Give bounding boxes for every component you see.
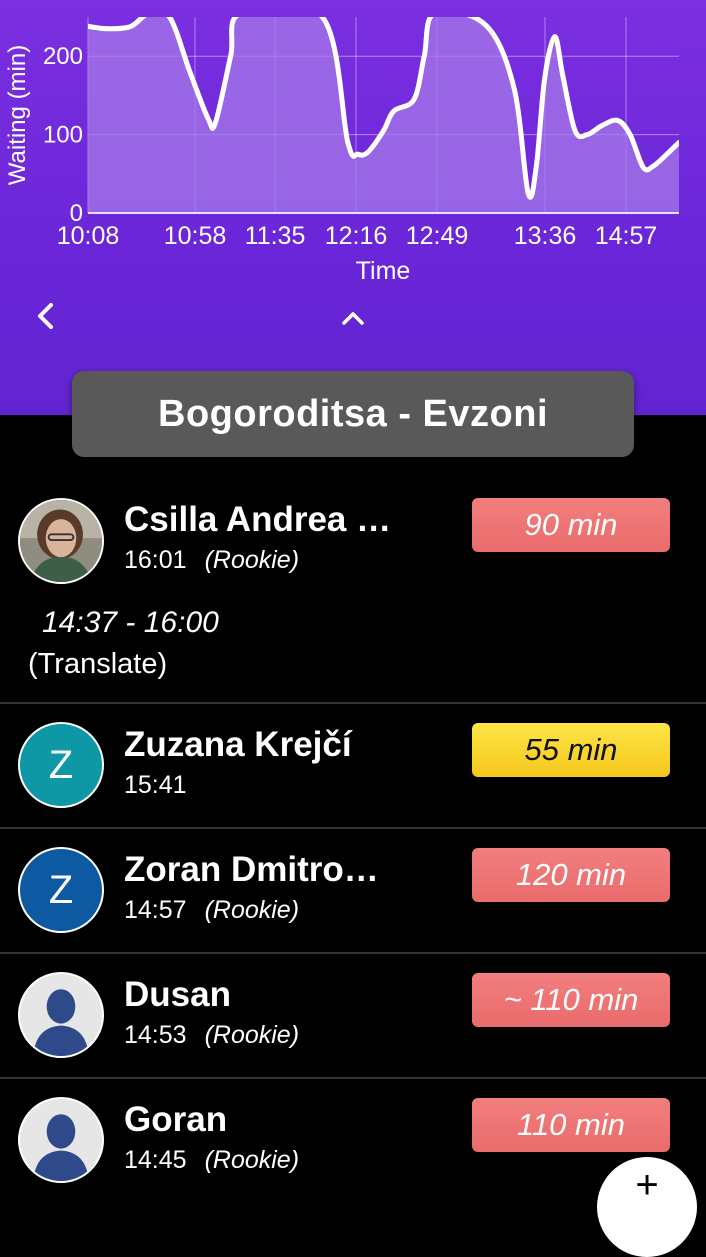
person-placeholder-icon	[33, 989, 89, 1056]
wait-badge: 120 min	[472, 848, 670, 902]
driver-list: Csilla Andrea … 16:01 (Rookie) 90 min 14:…	[0, 478, 706, 1204]
chevron-up-icon	[342, 312, 364, 325]
x-axis-ticks: 10:08 10:58 11:35 12:16 12:49 13:36 14:57	[57, 222, 658, 250]
y-tick-label: 200	[43, 43, 83, 70]
list-item[interactable]: Csilla Andrea … 16:01 (Rookie) 90 min 14:…	[0, 478, 706, 704]
driver-meta: 16:01 (Rookie)	[124, 546, 299, 575]
driver-meta: 14:45 (Rookie)	[124, 1146, 299, 1175]
list-item[interactable]: Goran 14:45 (Rookie) 110 min	[0, 1079, 706, 1204]
add-button[interactable]: +	[597, 1157, 697, 1257]
x-tick-label: 11:35	[245, 222, 306, 250]
waiting-time-chart: 0100200 10:08 10:58 11:35 12:16 12:49 13:36 14…	[4, 17, 679, 285]
avatar	[18, 498, 104, 584]
list-item[interactable]: Z Zoran Dmitro… 14:57 (Rookie) 120 min	[0, 829, 706, 954]
wait-badge: 90 min	[472, 498, 670, 552]
driver-tag: (Rookie)	[204, 896, 300, 924]
route-title: Bogoroditsa - Evzoni	[72, 371, 634, 457]
y-tick-label: 100	[43, 122, 83, 149]
driver-name: Goran	[124, 1100, 228, 1139]
list-item[interactable]: Z Zuzana Krejčí 15:41 55 min	[0, 704, 706, 829]
driver-meta: 14:57 (Rookie)	[124, 896, 299, 925]
driver-time: 16:01	[124, 546, 187, 574]
x-tick-label: 13:36	[514, 222, 577, 250]
driver-tag: (Rookie)	[204, 546, 300, 574]
avatar	[18, 1097, 104, 1183]
list-item[interactable]: Dusan 14:53 (Rookie) ~ 110 min	[0, 954, 706, 1079]
driver-meta: 15:41	[124, 771, 205, 800]
avatar-initial: Z	[48, 867, 74, 912]
x-axis-label: Time	[356, 257, 411, 285]
wait-badge: 55 min	[472, 723, 670, 777]
time-range-note: 14:37 - 16:00	[42, 606, 219, 639]
wait-badge: ~ 110 min	[472, 973, 670, 1027]
avatar: Z	[18, 722, 104, 808]
collapse-chart-button[interactable]	[329, 294, 377, 342]
x-tick-label: 10:58	[164, 222, 227, 250]
x-tick-label: 12:49	[406, 222, 469, 250]
x-tick-label: 12:16	[325, 222, 388, 250]
wait-badge: 110 min	[472, 1098, 670, 1152]
driver-time: 14:53	[124, 1021, 187, 1049]
y-axis-label: Waiting (min)	[4, 45, 31, 185]
x-tick-label: 10:08	[57, 222, 120, 250]
person-placeholder-icon	[33, 1114, 89, 1181]
add-icon: +	[635, 1163, 659, 1207]
avatar	[18, 972, 104, 1058]
driver-tag: (Rookie)	[204, 1146, 300, 1174]
y-axis-ticks: 0100200	[43, 43, 83, 227]
avatar: Z	[18, 847, 104, 933]
back-button[interactable]	[22, 292, 70, 340]
avatar-initial: Z	[48, 742, 74, 787]
x-tick-label: 14:57	[595, 222, 658, 250]
driver-name: Zoran Dmitro…	[124, 850, 379, 889]
profile-photo	[20, 500, 102, 582]
chevron-left-icon	[38, 303, 53, 329]
driver-meta: 14:53 (Rookie)	[124, 1021, 299, 1050]
driver-time: 14:57	[124, 896, 187, 924]
header-panel: 0 100 200 10:08 10:58 11:35 12:16 12:49 13:36 14…	[0, 0, 706, 415]
driver-name: Dusan	[124, 975, 231, 1014]
driver-tag: (Rookie)	[204, 1021, 300, 1049]
driver-name: Zuzana Krejčí	[124, 725, 352, 764]
translate-link[interactable]: (Translate)	[28, 648, 167, 681]
driver-time: 14:45	[124, 1146, 187, 1174]
driver-name: Csilla Andrea …	[124, 500, 392, 539]
driver-time: 15:41	[124, 771, 187, 799]
